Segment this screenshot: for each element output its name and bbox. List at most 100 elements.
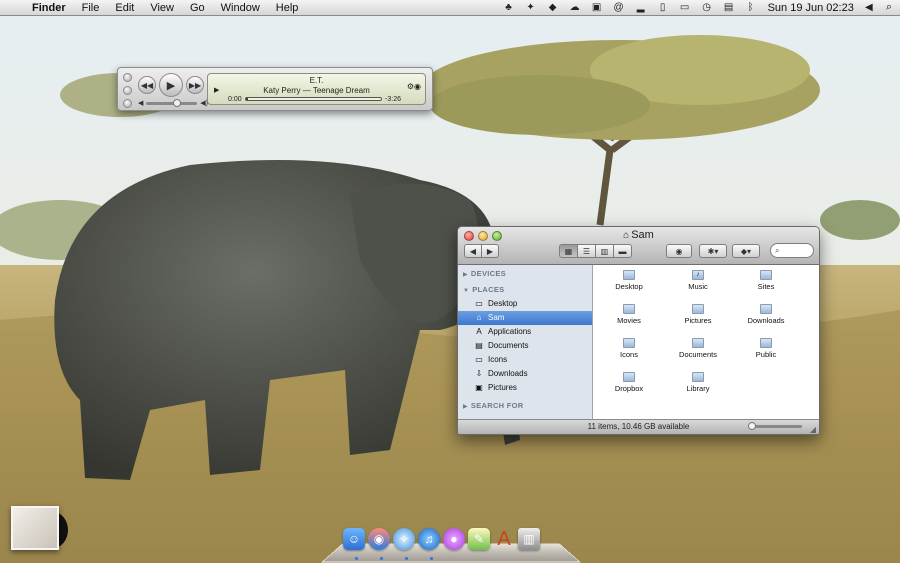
chat-icon[interactable]: ◉ [368,528,390,550]
finder-icon[interactable]: ☺ [343,528,365,550]
pictures-folder-icon [692,304,704,314]
icon-view-button[interactable]: ▦ [559,244,578,258]
zoom-button[interactable] [123,99,132,108]
folder-label: Movies [617,316,641,325]
genius-icon[interactable]: ⚙◉ [407,82,421,91]
menu-window[interactable]: Window [213,0,268,16]
sidebar-item-applications[interactable]: A Applications [458,325,592,339]
sidebar-section-label: SEARCH FOR [470,401,524,410]
previous-track-button[interactable]: ◀◀ [138,76,156,94]
progress-bar[interactable] [244,97,383,101]
volume-slider[interactable]: ◀ ◀) [138,98,208,107]
coverflow-view-button[interactable]: ▬ [613,244,632,258]
volume-track[interactable] [146,98,198,107]
finder-icon-grid: Desktop ♪ Music Sites Movies Pictures Dow… [594,265,819,419]
folder-public[interactable]: Public [741,338,791,359]
folder-documents[interactable]: Documents [673,338,723,359]
back-button[interactable]: ◀ [464,244,482,258]
icon-size-slider[interactable] [748,422,802,430]
sidebar-item-label: Applications [488,327,532,336]
play-button[interactable]: ▶ [159,73,183,97]
folder-dropbox[interactable]: Dropbox [604,372,654,393]
sidebar-section-label: DEVICES [470,269,506,278]
sidebar-item-desktop[interactable]: ▭ Desktop [458,297,592,311]
storage-status-icon[interactable]: ▣ [590,2,604,14]
action-menu-button[interactable]: ✱▾ [699,244,727,258]
sidebar-section-search-for[interactable]: ▶ SEARCH FOR [458,399,592,413]
minimize-button[interactable] [123,86,132,95]
folder-sites[interactable]: Sites [741,270,791,291]
timemachine-status-icon[interactable]: ◷ [700,2,714,14]
forward-button[interactable]: ▶ [481,244,499,258]
close-button[interactable] [123,73,132,82]
volume-status-icon[interactable]: ◀ [862,2,876,14]
window-title: ⌂ Sam [458,229,819,241]
sidebar-item-icons[interactable]: ▭ Icons [458,353,592,367]
menu-go[interactable]: Go [182,0,213,16]
menu-file[interactable]: File [74,0,108,16]
disclosure-triangle-icon[interactable]: ▼ [463,288,469,294]
folder-icons[interactable]: Icons [604,338,654,359]
folder-movies[interactable]: Movies [604,304,654,325]
sidebar-section-devices[interactable]: ▶ DEVICES [458,267,592,281]
safari-icon[interactable]: ✧ [393,528,415,550]
messages-icon[interactable]: ● [443,528,465,550]
signal-status-icon[interactable]: ▂ [634,2,648,14]
folder-music[interactable]: ♪ Music [673,270,723,291]
display-status-icon[interactable]: ▯ [656,2,670,14]
dropbox-status-icon[interactable]: ◆ [546,2,560,14]
now-playing-display: E.T. Katy Perry — Teenage Dream ▶ ⚙◉ 0:0… [207,73,426,105]
menu-help[interactable]: Help [268,0,307,16]
pictures-icon: ▣ [475,383,483,392]
menu-edit[interactable]: Edit [107,0,142,16]
column-view-button[interactable]: ▥ [595,244,614,258]
folder-desktop[interactable]: Desktop [604,270,654,291]
playback-progress[interactable]: 0:00 -3:26 [228,95,401,103]
bluetooth-status-icon[interactable]: ᛒ [744,2,758,14]
disclosure-triangle-icon[interactable]: ▶ [463,404,468,410]
sidebar-item-sam[interactable]: ⌂ Sam [458,311,592,325]
folder-pictures[interactable]: Pictures [673,304,723,325]
folder-label: Documents [679,350,717,359]
volume-knob[interactable] [172,98,181,107]
sidebar-section-places[interactable]: ▼ PLACES [458,283,592,297]
itunes-icon[interactable]: ♫ [418,528,440,550]
sidebar-item-downloads[interactable]: ⇩ Downloads [458,367,592,381]
sidebar-item-pictures[interactable]: ▣ Pictures [458,381,592,395]
textedit-icon[interactable]: A [493,528,515,550]
dropbox-menu-button[interactable]: ◆▾ [732,244,760,258]
battery-status-icon[interactable]: ▭ [678,2,692,14]
menu-view[interactable]: View [142,0,182,16]
library-folder-icon [692,372,704,382]
window-title-text: Sam [631,229,654,241]
rewind-icon: ◀◀ [140,80,154,90]
coverflow-icon: ▬ [618,246,627,256]
volume-low-icon: ◀ [138,100,144,107]
desktop-folder-icon [623,270,635,280]
folder-downloads[interactable]: Downloads [741,304,791,325]
desktop-stack-thumbnail[interactable] [11,506,59,550]
spotlight-search-icon[interactable]: ⌕ [886,1,892,14]
finder-window: ⌂ Sam ◀ ▶ ▦ ☰ ▥ ▬ ◉ ✱▾ ◆▾ ⌕ ▶ DEVICES ▼ PLA… [457,226,820,435]
list-view-button[interactable]: ☰ [577,244,596,258]
folder-label: Pictures [684,316,712,325]
menubar-clock[interactable]: Sun 19 Jun 02:23 [762,2,858,14]
menu-app-finder[interactable]: Finder [28,0,74,16]
next-track-button[interactable]: ▶▶ [186,76,204,94]
growl-status-icon[interactable]: ♣ [502,2,516,14]
disclosure-triangle-icon[interactable]: ▶ [463,272,468,278]
cloud-status-icon[interactable]: ☁ [568,2,582,14]
downloads-folder-icon [760,304,772,314]
at-status-icon[interactable]: @ [612,2,626,14]
sidebar-item-documents[interactable]: ▤ Documents [458,339,592,353]
resize-grip-icon[interactable]: ◢ [810,423,816,434]
trash-icon[interactable]: ▥ [518,528,540,550]
notes-icon[interactable]: ✎ [468,528,490,550]
twitter-status-icon[interactable]: ✦ [524,2,538,14]
icon-size-knob[interactable] [748,422,756,430]
screen-status-icon[interactable]: ▤ [722,2,736,14]
quick-look-button[interactable]: ◉ [666,244,692,258]
search-field[interactable]: ⌕ [770,243,814,258]
folder-library[interactable]: Library [673,372,723,393]
running-indicator [430,557,433,560]
